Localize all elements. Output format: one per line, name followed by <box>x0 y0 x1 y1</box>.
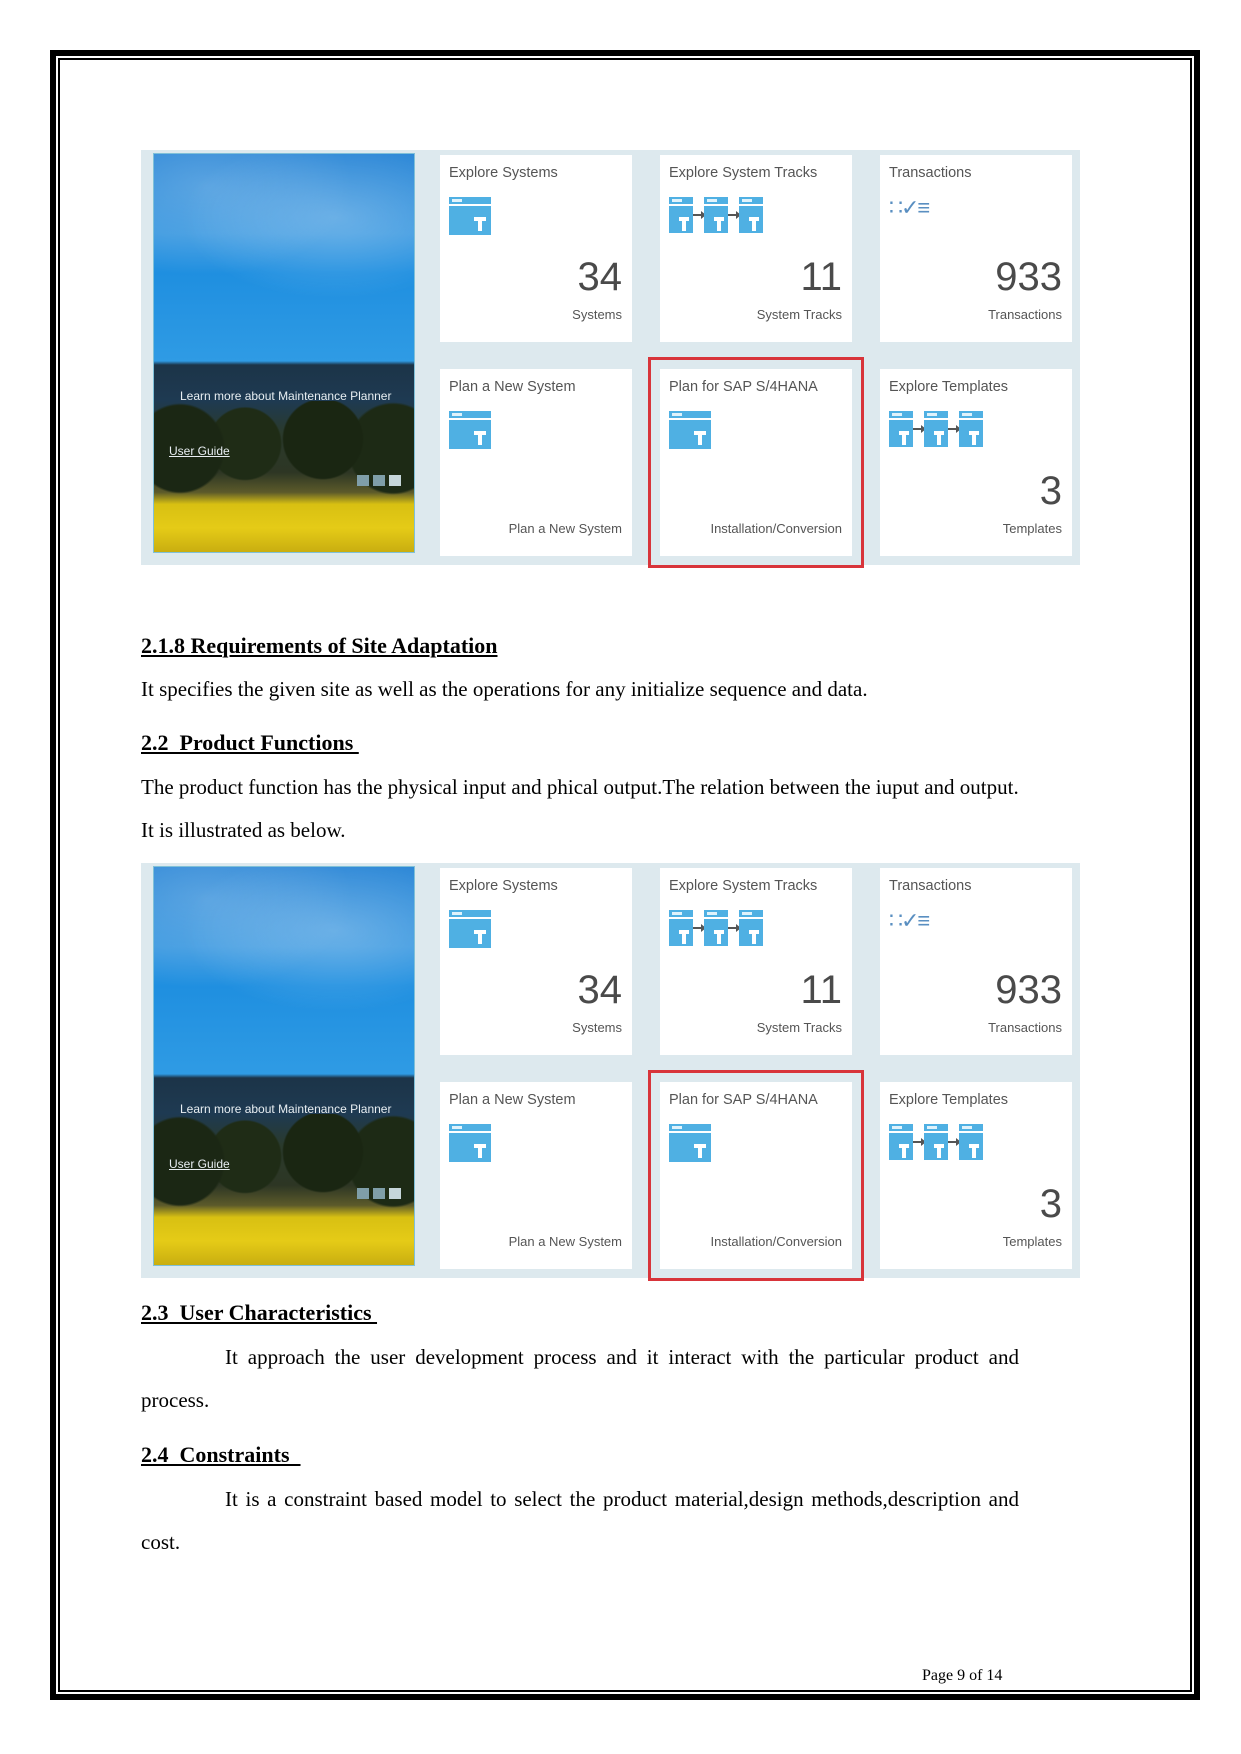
sky-image <box>154 867 414 1027</box>
tile-transactions[interactable]: Transactions ∷✓≡ 933 Transactions <box>880 868 1072 1055</box>
carousel-dot[interactable] <box>389 475 401 486</box>
tile-count: 34 <box>577 255 623 299</box>
tile-title: Explore Templates <box>889 1092 1009 1108</box>
page-number: Page 9 of 14 <box>922 1667 1003 1684</box>
tile-explore-templates[interactable]: Explore Templates 3 Templates <box>880 1082 1072 1269</box>
tile-title: Explore Systems <box>449 165 558 181</box>
tile-unit: Installation/Conversion <box>710 521 842 536</box>
tile-unit: Templates <box>1002 1234 1062 1249</box>
section-body-2-1-8: It specifies the given site as well as t… <box>141 677 868 701</box>
tile-explore-system-tracks[interactable]: Explore System Tracks 11 System Tracks <box>660 155 852 342</box>
section-heading-2-4: 2.4 Constraints <box>141 1442 301 1467</box>
tile-count: 34 <box>577 968 623 1012</box>
tile-count: 3 <box>1039 1182 1062 1226</box>
user-guide-link[interactable]: User Guide <box>169 1157 230 1171</box>
carousel-dot[interactable] <box>357 1188 369 1199</box>
system-track-icon <box>669 910 763 946</box>
tile-unit: Systems <box>572 1020 622 1035</box>
tile-unit: Templates <box>1002 521 1062 536</box>
tile-title: Explore Templates <box>889 379 1009 395</box>
learn-more-text: Learn more about Maintenance Planner <box>180 1102 392 1116</box>
section-heading-2-1-8: 2.1.8 Requirements of Site Adaptation <box>141 633 498 658</box>
tile-unit: System Tracks <box>756 1020 842 1035</box>
carousel-dot[interactable] <box>357 475 369 486</box>
maintenance-planner-screenshot: Learn more about Maintenance Planner Use… <box>141 863 1080 1281</box>
learn-more-text: Learn more about Maintenance Planner <box>180 389 392 403</box>
section-heading-2-2: 2.2 Product Functions <box>141 730 359 755</box>
tile-unit: System Tracks <box>756 307 842 322</box>
tile-title: Transactions <box>889 878 972 894</box>
tile-count: 11 <box>800 968 842 1012</box>
tile-transactions[interactable]: Transactions ∷✓≡ 933 Transactions <box>880 155 1072 342</box>
tile-count: 933 <box>995 255 1062 299</box>
tile-title: Plan a New System <box>449 379 576 395</box>
tile-plan-for-sap-s-4hana[interactable]: Plan for SAP S/4HANA Installation/Convers… <box>648 1070 864 1281</box>
system-icon <box>669 411 711 449</box>
system-icon <box>449 197 491 235</box>
system-icon <box>449 910 491 948</box>
tile-title: Plan for SAP S/4HANA <box>669 1092 818 1108</box>
tile-explore-systems[interactable]: Explore Systems 34 Systems <box>440 155 632 342</box>
carousel-indicator[interactable] <box>357 475 401 486</box>
checklist-icon: ∷✓≡ <box>889 908 930 933</box>
section-body-2-2: The product function has the physical in… <box>141 775 1019 842</box>
tile-title: Plan a New System <box>449 1092 576 1108</box>
system-track-icon <box>889 411 983 447</box>
hero-banner: Learn more about Maintenance Planner Use… <box>153 153 415 553</box>
tile-explore-system-tracks[interactable]: Explore System Tracks 11 System Tracks <box>660 868 852 1055</box>
tile-unit: Installation/Conversion <box>710 1234 842 1249</box>
tile-unit: Plan a New System <box>508 1234 622 1249</box>
carousel-dot[interactable] <box>389 1188 401 1199</box>
sky-image <box>154 154 414 314</box>
tile-plan-a-new-system[interactable]: Plan a New System Plan a New System <box>440 369 632 556</box>
tile-unit: Transactions <box>988 307 1062 322</box>
tile-plan-a-new-system[interactable]: Plan a New System Plan a New System <box>440 1082 632 1269</box>
tile-count: 933 <box>995 968 1062 1012</box>
carousel-indicator[interactable] <box>357 1188 401 1199</box>
tile-unit: Transactions <box>988 1020 1062 1035</box>
section-body-2-4: It is a constraint based model to select… <box>141 1487 1019 1554</box>
tile-title: Explore Systems <box>449 878 558 894</box>
tile-explore-systems[interactable]: Explore Systems 34 Systems <box>440 868 632 1055</box>
tile-title: Transactions <box>889 165 972 181</box>
system-track-icon <box>669 197 763 233</box>
tile-unit: Plan a New System <box>508 521 622 536</box>
carousel-dot[interactable] <box>373 1188 385 1199</box>
maintenance-planner-screenshot: Learn more about Maintenance Planner Use… <box>141 150 1080 568</box>
system-icon <box>669 1124 711 1162</box>
tile-plan-for-sap-s-4hana[interactable]: Plan for SAP S/4HANA Installation/Convers… <box>648 357 864 568</box>
tile-explore-templates[interactable]: Explore Templates 3 Templates <box>880 369 1072 556</box>
tile-unit: Systems <box>572 307 622 322</box>
system-icon <box>449 411 491 449</box>
user-guide-link[interactable]: User Guide <box>169 444 230 458</box>
tile-title: Explore System Tracks <box>669 878 818 894</box>
section-body-2-3: It approach the user development process… <box>141 1345 1019 1412</box>
tile-count: 3 <box>1039 469 1062 513</box>
tile-title: Explore System Tracks <box>669 165 818 181</box>
tile-count: 11 <box>800 255 842 299</box>
system-icon <box>449 1124 491 1162</box>
tile-title: Plan for SAP S/4HANA <box>669 379 818 395</box>
checklist-icon: ∷✓≡ <box>889 195 930 220</box>
hero-banner: Learn more about Maintenance Planner Use… <box>153 866 415 1266</box>
section-heading-2-3: 2.3 User Characteristics <box>141 1300 378 1325</box>
system-track-icon <box>889 1124 983 1160</box>
carousel-dot[interactable] <box>373 475 385 486</box>
